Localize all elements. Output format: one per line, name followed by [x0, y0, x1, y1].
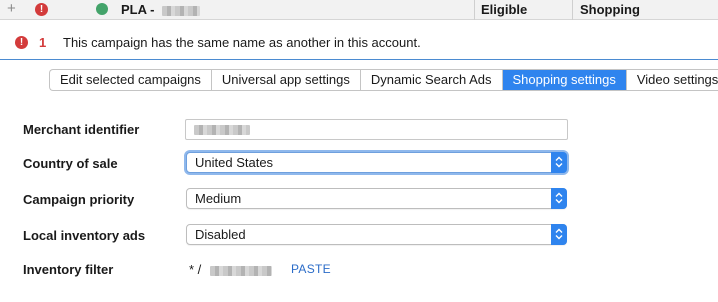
campaign-priority-label: Campaign priority — [23, 192, 135, 207]
redacted-merchant-id — [194, 125, 250, 135]
divider — [0, 59, 718, 60]
tab-dynamic-search-ads[interactable]: Dynamic Search Ads — [361, 70, 503, 90]
campaign-status: Eligible — [481, 2, 528, 17]
merchant-identifier-label: Merchant identifier — [23, 122, 140, 137]
campaign-name-text: PLA - — [121, 2, 155, 17]
status-enabled-icon — [96, 3, 108, 15]
local-inventory-ads-select[interactable]: Disabled — [186, 224, 567, 245]
error-icon: ! — [35, 3, 48, 16]
inventory-filter-label: Inventory filter — [23, 262, 114, 277]
add-icon[interactable]: + — [7, 1, 16, 17]
column-divider — [474, 0, 475, 20]
redacted-name — [162, 5, 201, 16]
country-of-sale-select[interactable]: United States — [186, 152, 567, 173]
tab-universal-app-settings[interactable]: Universal app settings — [212, 70, 361, 90]
campaign-row[interactable]: + ! PLA - Eligible Shopping — [0, 0, 718, 20]
inventory-filter-value: * / — [189, 262, 272, 277]
redacted-filter — [209, 265, 272, 276]
select-arrows-icon — [551, 152, 567, 173]
warning-message: This campaign has the same name as anoth… — [63, 35, 421, 50]
column-divider — [572, 0, 573, 20]
campaign-type: Shopping — [580, 2, 640, 17]
local-inventory-ads-value: Disabled — [195, 227, 246, 242]
settings-tabs: Edit selected campaigns Universal app se… — [49, 69, 718, 91]
country-of-sale-label: Country of sale — [23, 156, 118, 171]
tab-video-settings[interactable]: Video settings — [627, 70, 718, 90]
country-of-sale-value: United States — [195, 155, 274, 170]
tab-shopping-settings[interactable]: Shopping settings — [502, 70, 627, 90]
select-arrows-icon — [551, 224, 567, 245]
warning-error-icon: ! — [15, 36, 28, 49]
local-inventory-ads-label: Local inventory ads — [23, 228, 146, 243]
campaign-name: PLA - — [121, 2, 201, 17]
inventory-filter-text: * / — [189, 262, 202, 277]
campaign-priority-select[interactable]: Medium — [186, 188, 567, 209]
merchant-identifier-field[interactable] — [185, 119, 568, 140]
campaign-priority-value: Medium — [195, 191, 242, 206]
tab-edit-selected-campaigns[interactable]: Edit selected campaigns — [50, 70, 212, 90]
select-arrows-icon — [551, 188, 567, 209]
warning-count: 1 — [39, 35, 47, 50]
paste-link[interactable]: PASTE — [291, 262, 331, 276]
